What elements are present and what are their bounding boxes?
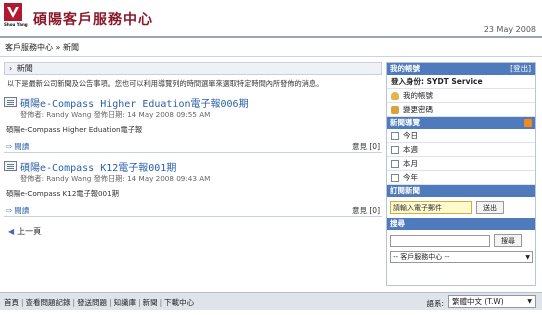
- footer-link-kb[interactable]: 知識庫: [114, 298, 137, 307]
- footer-link-home[interactable]: 首頁: [4, 298, 19, 307]
- main-content: › 新聞 以下是最新公司新聞及公告事項。您也可以利用導覽列的時間選單來選取特定時…: [4, 62, 382, 290]
- footer-separator: |: [72, 298, 76, 307]
- calendar-icon: [391, 131, 399, 140]
- read-label: 閱讀: [14, 142, 30, 151]
- news-excerpt: 碩陽e-Compass K12電子報001期: [6, 189, 119, 198]
- footer: 首頁 | 查看問題記錄 | 發送問題 | 知識庫 | 新聞 | 下載中心 語系: 繁體中文 (T.W…: [0, 292, 542, 310]
- footer-separator: |: [21, 298, 24, 307]
- change-password-link[interactable]: 變更密碼: [387, 103, 535, 117]
- search-input[interactable]: [390, 234, 490, 247]
- prev-page-link[interactable]: ◀ 上一頁: [8, 226, 41, 237]
- header-divider: [0, 36, 542, 38]
- footer-separator: |: [159, 298, 163, 307]
- news-nav-item-year[interactable]: 今年: [387, 171, 535, 185]
- news-nav-label: 今日: [403, 130, 418, 140]
- logo[interactable]: Shou Yang: [4, 3, 28, 29]
- breadcrumb-home[interactable]: 客戶服務中心: [5, 43, 53, 52]
- news-nav-label: 本月: [403, 158, 418, 168]
- footer-links: 首頁 | 查看問題記錄 | 發送問題 | 知識庫 | 新聞 | 下載中心: [4, 297, 194, 308]
- account-title: 我的帳號: [390, 64, 420, 73]
- news-icon: [4, 161, 17, 171]
- key-icon: [391, 105, 399, 114]
- footer-link-submit[interactable]: 發送問題: [77, 298, 107, 307]
- search-form: 搜尋: [387, 230, 535, 251]
- search-scope-select[interactable]: -- 客戶服務中心 -- ▼: [390, 251, 533, 263]
- breadcrumb-current: 新聞: [63, 43, 79, 52]
- breadcrumb: 客戶服務中心 » 新聞: [5, 42, 79, 53]
- comments-link[interactable]: 意見 [0]: [352, 205, 380, 216]
- language-value: 繁體中文 (T.W): [452, 297, 504, 306]
- news-excerpt: 碩陽e-Compass Higher Eduation電子報: [6, 125, 143, 134]
- news-meta: 發佈者: Randy Wang 發佈日期: 14 May 2008 09:55 …: [20, 110, 211, 119]
- header-date: 23 May 2008: [483, 25, 536, 34]
- breadcrumb-separator: »: [55, 43, 61, 52]
- chevron-right-icon: ›: [9, 64, 13, 73]
- news-nav-item-week[interactable]: 本週: [387, 143, 535, 157]
- footer-link-news[interactable]: 新聞: [143, 298, 158, 307]
- news-nav-header: 新聞導覽: [387, 117, 535, 129]
- news-item: 碩陽e-Compass Higher Eduation電子報006期 發佈者: …: [4, 95, 382, 153]
- arrow-right-icon: ⇨: [6, 142, 13, 151]
- news-item: 碩陽e-Compass K12電子報001期 發佈者: Randy Wang 發…: [4, 159, 382, 217]
- news-nav-title: 新聞導覽: [390, 118, 420, 127]
- sidebar: 我的帳號 [登出] 登入身份: SYDT Service 我的帳號 變更密碼 新…: [386, 62, 536, 286]
- comments-link[interactable]: 意見 [0]: [352, 141, 380, 152]
- breadcrumb-divider: [0, 56, 542, 57]
- comments-count: [0]: [369, 206, 380, 215]
- news-nav-label: 本週: [403, 144, 418, 154]
- footer-separator: |: [109, 298, 112, 307]
- chevron-down-icon: ▼: [525, 253, 530, 261]
- user-icon: [391, 91, 399, 100]
- read-link[interactable]: ⇨ 閱讀: [6, 141, 29, 152]
- subscribe-form: 送出: [387, 197, 535, 218]
- language-label: 語系:: [426, 299, 444, 308]
- intro-text: 以下是最新公司新聞及公告事項。您也可以利用導覽列的時間選單來選取特定時間內所發佈…: [7, 79, 324, 88]
- calendar-icon: [391, 173, 399, 182]
- chevron-down-icon: ▼: [527, 298, 532, 305]
- news-title-link[interactable]: 碩陽e-Compass Higher Eduation電子報006期: [20, 95, 249, 110]
- comments-count: [0]: [369, 142, 380, 151]
- subscribe-button[interactable]: 送出: [476, 201, 504, 214]
- email-field[interactable]: [390, 201, 472, 214]
- arrow-left-icon: ◀: [8, 227, 15, 236]
- language-select[interactable]: 繁體中文 (T.W) ▼: [448, 295, 536, 308]
- read-link[interactable]: ⇨ 閱讀: [6, 205, 29, 216]
- news-meta: 發佈者: Randy Wang 發佈日期: 14 May 2008 09:43 …: [20, 174, 211, 183]
- subscribe-header: 訂閱新聞: [387, 185, 535, 197]
- subscribe-title: 訂閱新聞: [390, 186, 420, 195]
- search-button[interactable]: 搜尋: [494, 234, 522, 247]
- my-account-label: 我的帳號: [403, 90, 433, 100]
- footer-separator: |: [138, 298, 141, 307]
- news-nav-item-month[interactable]: 本月: [387, 157, 535, 171]
- section-title: 新聞: [16, 64, 33, 73]
- login-status: 登入身份: SYDT Service: [387, 75, 535, 89]
- news-title-link[interactable]: 碩陽e-Compass K12電子報001期: [20, 159, 176, 174]
- footer-link-downloads[interactable]: 下載中心: [164, 298, 194, 307]
- comments-label: 意見: [351, 142, 367, 151]
- news-icon: [4, 97, 17, 107]
- news-nav-item-today[interactable]: 今日: [387, 129, 535, 143]
- logo-text: Shou Yang: [4, 22, 28, 27]
- section-header: › 新聞: [4, 62, 382, 75]
- search-title: 搜尋: [390, 219, 405, 228]
- site-title: 碩陽客戶服務中心: [33, 12, 153, 28]
- header: Shou Yang 碩陽客戶服務中心 23 May 2008: [0, 0, 542, 36]
- rss-icon[interactable]: [524, 119, 532, 127]
- login-as-text: 登入身份: SYDT Service: [391, 76, 483, 86]
- logout-link[interactable]: [登出]: [510, 63, 531, 75]
- news-nav-label: 今年: [403, 172, 418, 182]
- my-account-link[interactable]: 我的帳號: [387, 89, 535, 103]
- search-scope-value: -- 客戶服務中心 --: [393, 253, 450, 261]
- search-header: 搜尋: [387, 218, 535, 230]
- change-password-label: 變更密碼: [403, 104, 433, 114]
- read-label: 閱讀: [14, 206, 30, 215]
- account-header: 我的帳號 [登出]: [387, 63, 535, 75]
- calendar-icon: [391, 159, 399, 168]
- footer-link-tickets[interactable]: 查看問題記錄: [26, 298, 71, 307]
- arrow-right-icon: ⇨: [6, 206, 13, 215]
- calendar-icon: [391, 145, 399, 154]
- logo-icon: [4, 3, 22, 21]
- comments-label: 意見: [351, 206, 367, 215]
- prev-page-label: 上一頁: [17, 227, 42, 236]
